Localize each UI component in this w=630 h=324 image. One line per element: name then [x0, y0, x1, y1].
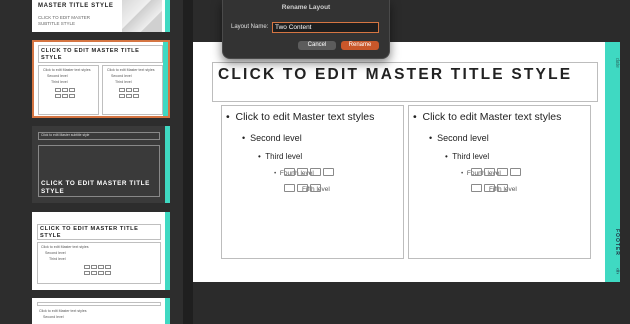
thumbnail-content-icons — [119, 94, 139, 98]
right-bullet-l1: • Click to edit Master text styles — [413, 111, 562, 123]
thumbnail-title: CLICK TO EDIT MASTER TITLE STYLE — [41, 48, 140, 61]
video-icon[interactable] — [297, 184, 308, 192]
slide-title: CLICK TO EDIT MASTER TITLE STYLE — [218, 66, 573, 83]
layout-name-label: Layout Name: — [231, 24, 269, 30]
thumbnail-text-l1: Click to edit Master text styles — [107, 68, 155, 72]
thumbnail-content-box: Click to edit Master text styles Second … — [37, 242, 161, 284]
right-text-l1: Click to edit Master text styles — [422, 111, 562, 123]
layout-name-input[interactable] — [272, 22, 379, 33]
shape-icon[interactable] — [310, 184, 321, 192]
left-insert-icons-row1 — [284, 168, 334, 176]
title-placeholder[interactable]: CLICK TO EDIT MASTER TITLE STYLE — [212, 62, 598, 102]
left-content-placeholder[interactable]: • Click to edit Master text styles • Sec… — [221, 105, 404, 259]
thumbnail-accent-bar — [165, 298, 170, 324]
left-text-l3: Third level — [265, 152, 303, 161]
table-icon[interactable] — [471, 168, 482, 176]
thumbnail-text-l1: Click to edit Master text styles — [39, 309, 87, 313]
thumbnail-title-box: CLICK TO EDIT MASTER TITLE STYLE — [37, 224, 161, 240]
thumbnail-subtitle-box: Click to edit Master subtitle style — [38, 132, 160, 140]
thumbnail-accent-bar — [163, 42, 168, 116]
thumbnail-title: MASTER TITLE STYLE — [38, 3, 114, 9]
layout-thumbnail-title-content[interactable]: CLICK TO EDIT MASTER TITLE STYLE Click t… — [32, 212, 170, 290]
left-text-l2: Second level — [250, 133, 302, 143]
thumbnail-accent-bar — [165, 212, 170, 290]
thumbnail-content-icons — [55, 94, 75, 98]
dialog-title: Rename Layout — [281, 4, 331, 11]
sidebar-divider[interactable] — [183, 0, 193, 324]
layout-thumbnail-two-content[interactable]: CLICK TO EDIT MASTER TITLE STYLE Click t… — [32, 40, 170, 118]
chart-icon[interactable] — [297, 168, 308, 176]
thumbnail-text-l3: Third level — [51, 80, 68, 84]
layout-thumbnail-section-header[interactable]: Click to edit Master subtitle style CLIC… — [32, 126, 170, 203]
thumbnail-text-l2: Second level — [47, 74, 68, 78]
date-placeholder[interactable]: date — [605, 50, 620, 76]
thumbnail-text-l3: Third level — [49, 257, 66, 261]
video-icon[interactable] — [484, 184, 495, 192]
rename-layout-dialog: Rename Layout Layout Name: Cancel Rename — [222, 0, 390, 59]
thumbnail-title-box: CLICK TO EDIT MASTER TITLE STYLE — [38, 145, 160, 197]
thumbnail-right-content: Click to edit Master text styles Second … — [102, 65, 163, 115]
right-text-l2: Second level — [437, 133, 489, 143]
rename-button[interactable]: Rename — [341, 41, 379, 50]
bar-chart-icon[interactable] — [510, 168, 521, 176]
left-bullet-l3: • Third level — [258, 152, 303, 161]
thumbnail-text-l1: Click to edit Master text styles — [43, 68, 91, 72]
cancel-button[interactable]: Cancel — [298, 41, 336, 50]
thumbnail-left-content: Click to edit Master text styles Second … — [38, 65, 99, 115]
thumbnail-content-icons — [84, 271, 111, 275]
layout-thumbnail-comparison[interactable]: Click to edit Master text styles Second … — [32, 298, 170, 324]
thumbnail-text-l1: Click to edit Master text styles — [41, 245, 89, 249]
left-bullet-l1: • Click to edit Master text styles — [226, 111, 375, 123]
left-insert-icons-row2 — [284, 184, 321, 192]
thumbnail-content-icons — [119, 88, 139, 92]
thumbnail-accent-bar — [165, 126, 170, 203]
thumbnail-title: CLICK TO EDIT MASTER TITLE STYLE — [40, 226, 139, 239]
thumbnail-pattern — [122, 0, 162, 32]
thumbnail-subtitle: CLICK TO EDIT MASTER SUBTITLE STYLE — [38, 15, 91, 26]
thumbnail-title: CLICK TO EDIT MASTER TITLE STYLE — [41, 180, 150, 195]
chart-icon[interactable] — [484, 168, 495, 176]
thumbnail-accent-bar — [165, 0, 170, 32]
slide-number-placeholder[interactable]: ‹#› — [605, 266, 620, 276]
thumbnail-title-box: CLICK TO EDIT MASTER TITLE STYLE — [38, 45, 163, 63]
slide-accent-bar: date FOOTER ‹#› — [605, 42, 620, 282]
thumbnail-text-l2: Second level — [43, 315, 64, 319]
smartart-icon[interactable] — [497, 168, 508, 176]
thumbnail-subtitle: Click to edit Master subtitle style — [41, 133, 90, 137]
right-bullet-l2: • Second level — [429, 133, 489, 143]
picture-icon[interactable] — [471, 184, 482, 192]
thumbnail-text-l3: Third level — [115, 80, 132, 84]
picture-icon[interactable] — [284, 184, 295, 192]
shape-icon[interactable] — [497, 184, 508, 192]
left-text-l1: Click to edit Master text styles — [235, 111, 375, 123]
smartart-icon[interactable] — [310, 168, 321, 176]
footer-placeholder[interactable]: FOOTER — [605, 222, 620, 262]
right-content-placeholder[interactable]: • Click to edit Master text styles • Sec… — [408, 105, 591, 259]
right-insert-icons-row2 — [471, 184, 508, 192]
table-icon[interactable] — [284, 168, 295, 176]
thumbnail-text-l2: Second level — [45, 251, 66, 255]
thumbnail-title-box — [37, 302, 161, 306]
thumbnail-text-l2: Second level — [111, 74, 132, 78]
right-insert-icons-row1 — [471, 168, 521, 176]
right-text-l3: Third level — [452, 152, 490, 161]
thumbnail-content-icons — [55, 88, 75, 92]
bar-chart-icon[interactable] — [323, 168, 334, 176]
layout-thumbnail-title[interactable]: MASTER TITLE STYLE CLICK TO EDIT MASTER … — [32, 0, 170, 32]
thumbnail-content-icons — [84, 265, 111, 269]
right-bullet-l3: • Third level — [445, 152, 490, 161]
left-bullet-l2: • Second level — [242, 133, 302, 143]
